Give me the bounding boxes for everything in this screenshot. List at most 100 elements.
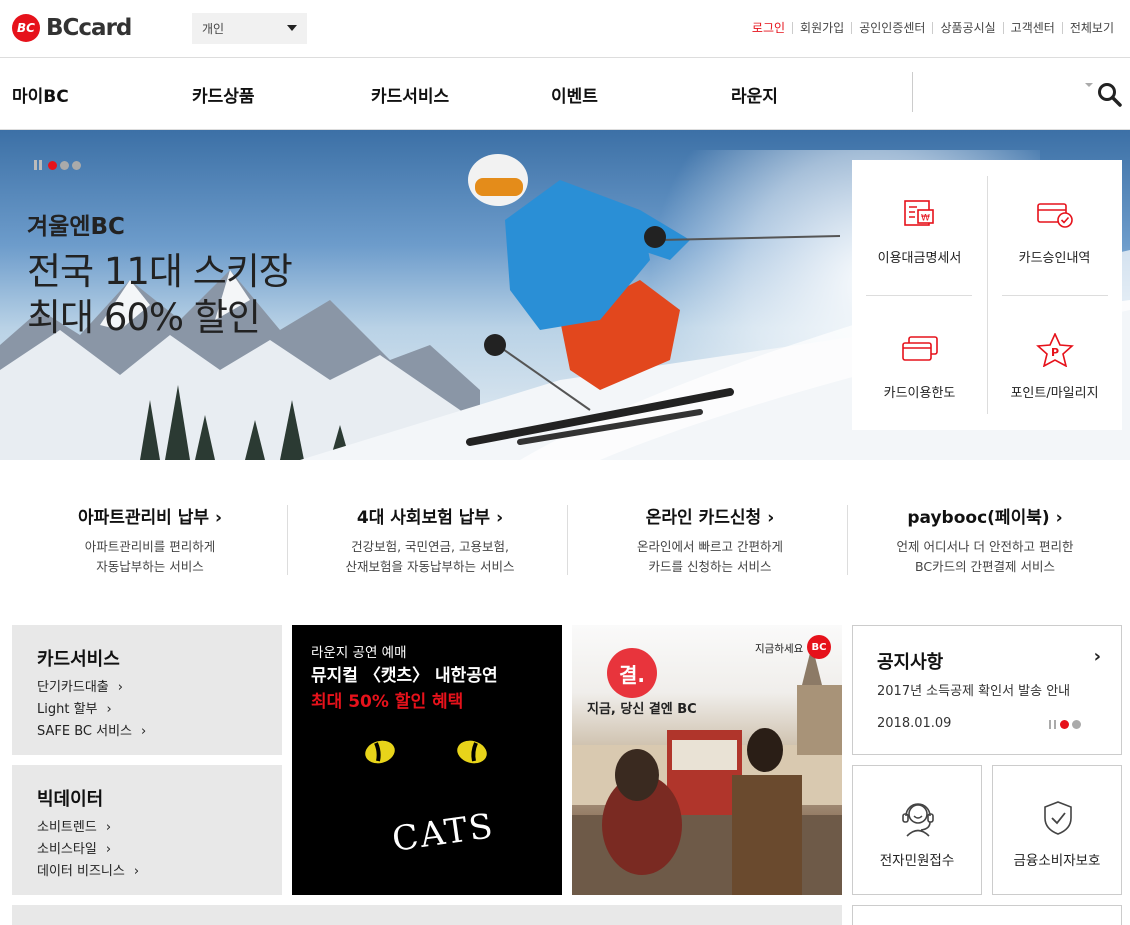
link-label: Light 할부 xyxy=(37,702,98,717)
chevron-right-icon: › xyxy=(141,724,147,739)
quick-label: 카드이용한도 xyxy=(883,386,956,401)
link-label: SAFE BC 서비스 xyxy=(37,724,132,739)
gyeol-promo-banner[interactable]: 지금하세요 BC 결. 지금, 당신 곁엔 BC xyxy=(572,625,842,895)
point-star-icon: P xyxy=(1036,333,1074,367)
service-apartment-fee[interactable]: 아파트관리비 납부 › 아파트관리비를 편리하게 자동납부하는 서비스 xyxy=(10,503,290,577)
svg-text:₩: ₩ xyxy=(921,214,930,224)
notice-headline[interactable]: 2017년 소득공제 확인서 발송 안내 xyxy=(877,680,1070,699)
box-title: 빅데이터 xyxy=(37,789,104,810)
service-divider xyxy=(287,505,288,575)
quick-label: 이용대금명세서 xyxy=(877,251,962,266)
service-title: 아파트관리비 납부 xyxy=(77,508,210,528)
customer-type-value: 개인 xyxy=(202,22,225,36)
nav-divider xyxy=(912,72,913,112)
notice-date: 2018.01.09 xyxy=(877,716,952,731)
card-check-icon xyxy=(1037,203,1073,228)
pager-dot[interactable] xyxy=(72,160,81,170)
nav-my-bc[interactable]: 마이BC xyxy=(12,82,69,107)
link-short-term-loan[interactable]: 단기카드대출 › xyxy=(37,677,146,699)
service-social-insurance[interactable]: 4대 사회보험 납부 › 건강보험, 국민연금, 고용보험, 산재보험을 자동납부하… xyxy=(290,503,570,577)
bc-logo-mark: BC xyxy=(807,635,831,659)
quick-label: 포인트/마일리지 xyxy=(1010,386,1099,401)
quick-card-approval[interactable]: 카드승인내역 xyxy=(987,160,1122,295)
shortcut-label: 금융소비자보호 xyxy=(1013,853,1101,869)
service-paybooc[interactable]: paybooc(페이북) › 언제 어디서나 더 안전하고 편리한 BC카드의 간편… xyxy=(845,503,1125,577)
cats-promo-banner[interactable]: 라운지 공연 예매 뮤지컬 〈캣츠〉 내한공연 최대 50% 할인 혜택 CAT… xyxy=(292,625,562,895)
signup-link[interactable]: 회원가입 xyxy=(792,22,851,34)
search-icon[interactable] xyxy=(1097,82,1123,112)
chevron-right-icon: › xyxy=(133,864,140,879)
service-online-card-apply[interactable]: 온라인 카드신청 › 온라인에서 빠르고 간편하게카드를 신청하는 서비스 xyxy=(570,503,850,577)
chevron-right-icon: › xyxy=(106,702,112,717)
service-title: 4대 사회보험 납부 xyxy=(356,508,491,528)
link-consumption-trend[interactable]: 소비트렌드 › xyxy=(37,817,139,839)
shortcut-civil-complaint[interactable]: 전자민원접수 xyxy=(852,765,982,895)
hero-line-1: 전국 11대 스키장 xyxy=(27,250,293,293)
service-desc: BC카드의 간편결제 서비스 xyxy=(914,559,1056,574)
product-disclosure-link[interactable]: 상품공시실 xyxy=(932,22,1002,34)
chevron-right-icon[interactable]: › xyxy=(1094,646,1101,667)
nav-card-products[interactable]: 카드상품 xyxy=(192,82,255,107)
nav-events[interactable]: 이벤트 xyxy=(551,82,598,107)
bottom-banner-area xyxy=(12,905,842,925)
bc-logo-mark: BC xyxy=(12,14,40,42)
link-label: 단기카드대출 xyxy=(37,680,109,695)
customer-center-link[interactable]: 고객센터 xyxy=(1002,22,1062,34)
notice-panel: 공지사항 › 2017년 소득공제 확인서 발송 안내 2018.01.09 xyxy=(852,625,1122,755)
hero-copy: 겨울엔BC 전국 11대 스키장 최대 60% 할인 xyxy=(27,207,293,341)
customer-type-select[interactable]: 개인 xyxy=(192,13,307,44)
link-safe-bc[interactable]: SAFE BC 서비스 › xyxy=(37,721,146,743)
chevron-right-icon: › xyxy=(496,508,504,528)
nav-card-services[interactable]: 카드서비스 xyxy=(371,82,449,107)
pager-dot[interactable] xyxy=(1060,720,1069,729)
bottom-panel-area xyxy=(852,905,1122,925)
utility-links: 로그인 회원가입 공인인증센터 상품공시실 고객센터 전체보기 xyxy=(745,22,1114,34)
chevron-right-icon: › xyxy=(767,508,775,528)
shortcut-label: 전자민원접수 xyxy=(879,853,955,869)
chevron-right-icon: › xyxy=(1055,508,1063,528)
service-desc: 카드를 신청하는 서비스 xyxy=(648,559,772,574)
bccard-logo[interactable]: BC BCcard xyxy=(12,14,132,42)
promo-corner-text: 지금하세요 xyxy=(755,643,804,655)
service-title: 온라인 카드신청 xyxy=(645,508,762,528)
main-navigation: 마이BC 카드상품 카드서비스 이벤트 라운지 xyxy=(0,58,1130,130)
shortcut-consumer-protection[interactable]: 금융소비자보호 xyxy=(992,765,1122,895)
link-data-business[interactable]: 데이터 비즈니스 › xyxy=(37,861,139,883)
svg-text:P: P xyxy=(1051,346,1059,359)
pager-dot[interactable] xyxy=(48,160,57,170)
quick-menu-panel: ₩ 이용대금명세서 카드승인내역 카드이용한도 P 포인트/마일리지 xyxy=(852,160,1122,430)
sitemap-link[interactable]: 전체보기 xyxy=(1061,22,1114,34)
pager-dot[interactable] xyxy=(1072,720,1081,729)
chevron-right-icon: › xyxy=(105,820,112,835)
card-limit-icon xyxy=(902,336,938,361)
notice-title: 공지사항 xyxy=(877,652,944,673)
quick-card-limit[interactable]: 카드이용한도 xyxy=(852,295,987,430)
login-link[interactable]: 로그인 xyxy=(745,22,792,34)
link-label: 소비스타일 xyxy=(37,842,97,857)
certificate-center-link[interactable]: 공인인증센터 xyxy=(851,22,932,34)
logo-text: BCcard xyxy=(46,15,132,41)
top-bar: BC BCcard 개인 로그인 회원가입 공인인증센터 상품공시실 고객센터 … xyxy=(0,0,1130,58)
quick-statement[interactable]: ₩ 이용대금명세서 xyxy=(852,160,987,295)
pause-icon[interactable] xyxy=(34,160,42,170)
pager-dot[interactable] xyxy=(60,160,69,170)
box-title: 카드서비스 xyxy=(37,649,120,670)
nav-lounge[interactable]: 라운지 xyxy=(731,82,778,107)
link-label: 데이터 비즈니스 xyxy=(37,864,125,879)
service-desc: 온라인에서 빠르고 간편하게 xyxy=(637,539,783,554)
search-dropdown-icon[interactable] xyxy=(1085,83,1093,87)
service-desc: 산재보험을 자동납부하는 서비스 xyxy=(345,559,515,574)
link-light-installment[interactable]: Light 할부 › xyxy=(37,699,146,721)
bigdata-box: 빅데이터 소비트렌드 › 소비스타일 › 데이터 비즈니스 › xyxy=(12,765,282,895)
hero-pager xyxy=(34,160,84,170)
chevron-right-icon: › xyxy=(215,508,223,528)
service-desc: 건강보험, 국민연금, 고용보험, xyxy=(351,539,509,554)
pause-icon[interactable] xyxy=(1049,720,1056,729)
hero-line-2: 최대 60% 할인 xyxy=(27,296,261,339)
link-consumption-style[interactable]: 소비스타일 › xyxy=(37,839,139,861)
chevron-down-icon xyxy=(287,25,297,31)
service-title: paybooc(페이북) xyxy=(907,508,1050,528)
quick-points[interactable]: P 포인트/마일리지 xyxy=(987,295,1122,430)
chevron-right-icon: › xyxy=(117,680,123,695)
link-label: 소비트렌드 xyxy=(37,820,97,835)
